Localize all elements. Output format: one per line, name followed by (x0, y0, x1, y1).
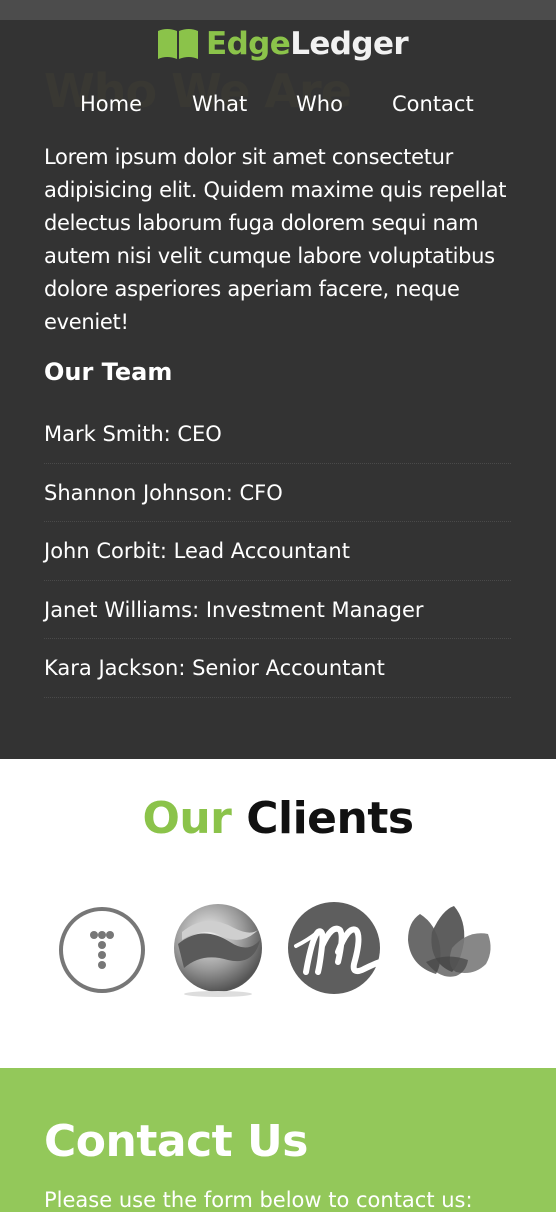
contact-heading: Contact Us (44, 1116, 308, 1167)
open-book-icon (156, 27, 200, 61)
logo-text-edge: Edge (206, 26, 291, 62)
site-header: Edge Ledger Home What Who Contact (0, 20, 556, 138)
nav-what[interactable]: What (192, 92, 247, 116)
team-member: Janet Williams: Investment Manager (44, 581, 511, 639)
clients-heading-accent: Our (142, 793, 232, 844)
logo-text-ledger: Ledger (290, 26, 409, 62)
m-script-logo-icon (288, 902, 384, 998)
leaves-logo-icon (406, 902, 502, 998)
nav-contact[interactable]: Contact (392, 92, 474, 116)
client-logos (56, 902, 500, 998)
clients-heading-rest: Clients (246, 793, 414, 844)
contact-section: Contact Us Please use the form below to … (0, 1068, 556, 1212)
nav-home[interactable]: Home (80, 92, 142, 116)
team-member: Shannon Johnson: CFO (44, 464, 511, 522)
team-list: Mark Smith: CEO Shannon Johnson: CFO Joh… (44, 405, 511, 698)
top-strip (0, 0, 556, 20)
clients-section: Our Clients (0, 759, 556, 1068)
contact-intro-text: Please use the form below to contact us: (44, 1188, 473, 1212)
clients-heading: Our Clients (0, 793, 556, 844)
team-member: Kara Jackson: Senior Accountant (44, 639, 511, 698)
swirl-sphere-logo-icon (172, 902, 268, 998)
main-nav: Home What Who Contact (0, 92, 556, 124)
team-member: Mark Smith: CEO (44, 405, 511, 464)
who-body-text: Lorem ipsum dolor sit amet consectetur a… (44, 145, 507, 334)
t-dots-logo-icon (56, 902, 152, 998)
nav-who[interactable]: Who (296, 92, 343, 116)
team-heading: Our Team (44, 358, 173, 386)
site-logo[interactable]: Edge Ledger (156, 24, 409, 64)
team-member: John Corbit: Lead Accountant (44, 522, 511, 581)
